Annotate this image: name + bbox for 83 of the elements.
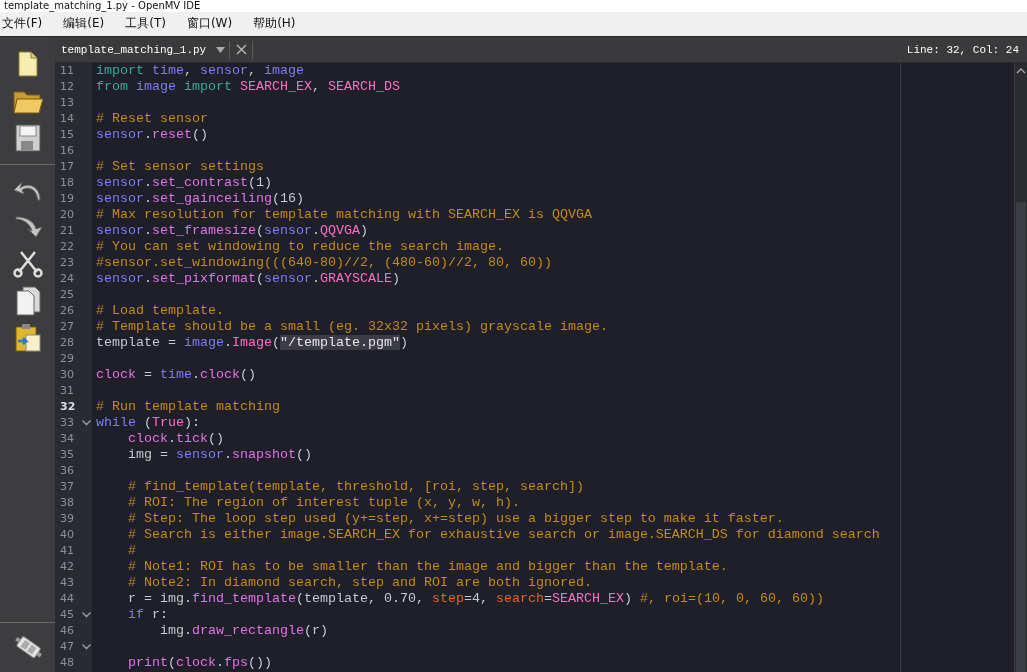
fold-icon[interactable] — [82, 644, 91, 650]
line-number: 36 — [60, 464, 75, 478]
line-number: 14 — [60, 112, 75, 126]
line-number: 35 — [60, 448, 75, 462]
line-number: 26 — [60, 304, 75, 318]
fold-icon[interactable] — [82, 612, 91, 618]
line-number: 44 — [60, 592, 75, 606]
code-line: from image import SEARCH_EX, SEARCH_DS — [96, 79, 401, 95]
code-line: clock = time.clock() — [96, 367, 257, 383]
line-number: 11 — [60, 64, 75, 78]
line-number: 41 — [60, 544, 75, 558]
line-number: 43 — [60, 576, 75, 590]
code-line: # Run template matching — [96, 399, 281, 415]
line-number: 45 — [60, 608, 75, 622]
code-line: if r: — [127, 607, 169, 623]
line-number: 12 — [60, 80, 75, 94]
line-number: 17 — [60, 160, 75, 174]
code-line: sensor.set_contrast(1) — [96, 175, 273, 191]
window-title: template_matching_1.py - OpenMV IDE — [4, 0, 201, 12]
line-number: 32 — [60, 400, 77, 414]
line-number: 25 — [60, 288, 75, 302]
line-number: 13 — [60, 96, 75, 110]
line-number: 28 — [60, 336, 75, 350]
line-number: 40 — [60, 528, 75, 542]
menu-item[interactable]: 工具(T) — [123, 13, 174, 34]
code-line: while (True): — [96, 415, 201, 431]
line-number: 42 — [60, 560, 75, 574]
scrollbar[interactable] — [1014, 63, 1027, 672]
line-number: 33 — [60, 416, 75, 430]
line-number: 29 — [60, 352, 75, 366]
line-number: 27 — [60, 320, 75, 334]
menu-item[interactable]: 帮助(H) — [251, 13, 304, 34]
line-number: 30 — [60, 368, 75, 382]
line-number: 39 — [60, 512, 75, 526]
line-number: 34 — [60, 432, 75, 446]
code-line: img = sensor.snapshot() — [127, 447, 313, 463]
code-line: # Max resolution for template matching with SEARCH_EX is QQVGA — [96, 207, 593, 223]
code-line: # Note1: ROI has to be smaller than the image and bigger than the template. — [127, 559, 729, 575]
code-line: # You can set windowing to reduce the search image. — [96, 239, 505, 255]
code-line: sensor.set_gainceiling(16) — [96, 191, 305, 207]
cursor-position: Line: 32, Col: 24 — [906, 43, 1019, 56]
code-line: clock.tick() — [127, 431, 225, 447]
code-line: # Step: The loop step used (y+=step, x+=step) use a bigger step to make it faster. — [127, 511, 785, 527]
line-number: 15 — [60, 128, 75, 142]
line-number: 22 — [60, 240, 75, 254]
line-number: 21 — [60, 224, 75, 238]
code-line: # Reset sensor — [96, 111, 209, 127]
code-line: # find_template(template, threshold, [roi, step, search]) — [127, 479, 585, 495]
code-line: import time, sensor, image — [96, 63, 305, 79]
code-line: # Set sensor settings — [96, 159, 265, 175]
code-line: # ROI: The region of interest tuple (x, y, w, h). — [127, 495, 521, 511]
code-line: sensor.reset() — [96, 127, 209, 143]
line-number: 18 — [60, 176, 75, 190]
menu-item[interactable]: 窗口(W) — [184, 13, 241, 34]
close-icon[interactable] — [234, 42, 249, 57]
code-line: # Note2: In diamond search, step and ROI are both ignored. — [127, 575, 593, 591]
line-number: 24 — [60, 272, 75, 286]
code-line: img.draw_rectangle(r) — [159, 623, 329, 639]
code-line: # Template should be a small (eg. 32x32 pixels) grayscale image. — [96, 319, 609, 335]
line-number: 48 — [60, 656, 75, 670]
code-line: r = img.find_template(template, 0.70, step=4, search=SEARCH_EX) #, roi=(10, 0, 60, 60)) — [127, 591, 825, 607]
line-number: 31 — [60, 384, 75, 398]
caret-icon[interactable] — [216, 46, 226, 53]
line-number: 46 — [60, 624, 75, 638]
code-line: #sensor.set_windowing(((640-80)//2, (480-60)//2, 80, 60)) — [96, 255, 553, 271]
menu-item[interactable]: 文件(F) — [0, 13, 51, 34]
code-line: print(clock.fps()) — [127, 655, 273, 671]
code-line: template = image.Image("/template.pgm") — [96, 335, 409, 351]
line-number: 20 — [60, 208, 75, 222]
scroll-up-icon[interactable] — [1016, 67, 1026, 75]
menu-item[interactable]: 编辑(E) — [61, 13, 113, 34]
line-number: 19 — [60, 192, 75, 206]
code-line: sensor.set_pixformat(sensor.GRAYSCALE) — [96, 271, 401, 287]
line-number: 23 — [60, 256, 75, 270]
line-number: 47 — [60, 640, 75, 654]
line-number: 37 — [60, 480, 75, 494]
code-line: # Load template. — [96, 303, 225, 319]
code-line: # Search is either image.SEARCH_EX for exhaustive search or image.SEARCH_DS for diamond search — [127, 527, 881, 543]
fold-icon[interactable] — [82, 420, 91, 426]
code-line: # — [127, 543, 137, 559]
line-number: 16 — [60, 144, 75, 158]
code-line: sensor.set_framesize(sensor.QQVGA) — [96, 223, 369, 239]
line-number: 38 — [60, 496, 75, 510]
